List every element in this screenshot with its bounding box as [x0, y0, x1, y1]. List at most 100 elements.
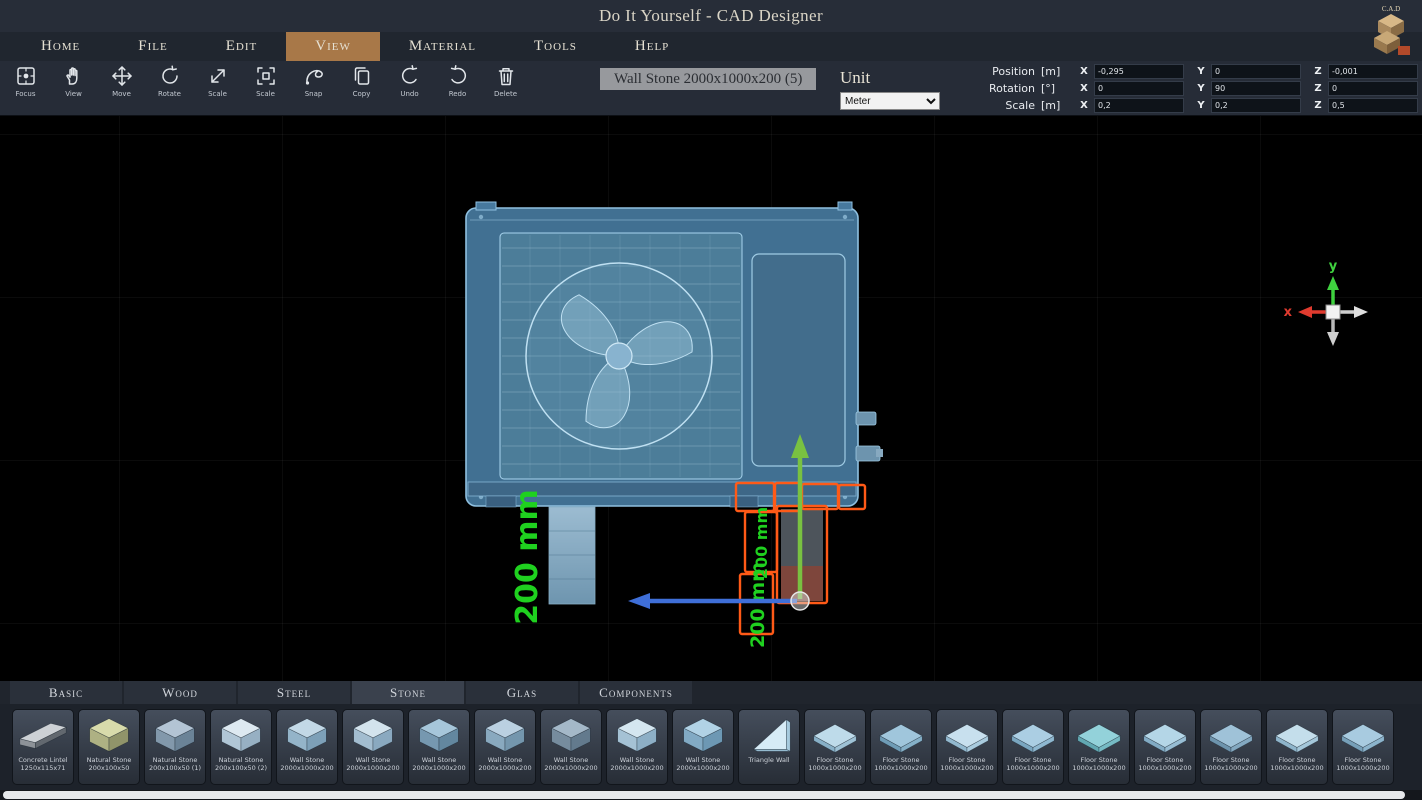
- palette-item[interactable]: Floor Stone 1000x1000x200: [1200, 709, 1262, 785]
- palette-item[interactable]: Natural Stone 200x100x50 (1): [144, 709, 206, 785]
- menu-item-label: File: [138, 38, 167, 55]
- scale-y-input[interactable]: [1211, 98, 1301, 113]
- palette-item-size: 1000x1000x200: [1270, 764, 1323, 772]
- tab-glas[interactable]: Glas: [466, 681, 578, 704]
- tool-label: Scale: [208, 90, 227, 98]
- undo-icon: [398, 64, 422, 88]
- unit-select[interactable]: Meter: [840, 92, 940, 110]
- tool-focus-button[interactable]: Focus: [8, 64, 43, 98]
- transform-panel: Position [m] X Y Z Rotation [°] X Y Z Sc…: [973, 64, 1418, 113]
- menu-item-view[interactable]: View: [286, 32, 380, 61]
- palette-item[interactable]: Wall Stone 2000x1000x200: [540, 709, 602, 785]
- stone-thumbnail: [808, 712, 862, 756]
- scale-z-input[interactable]: [1328, 98, 1418, 113]
- gizmo-origin[interactable]: [791, 592, 809, 610]
- palette-item[interactable]: Floor Stone 1000x1000x200: [1002, 709, 1064, 785]
- position-x-input[interactable]: [1094, 64, 1184, 79]
- tool-move-button[interactable]: Move: [104, 64, 139, 98]
- menu-item-help[interactable]: Help: [606, 32, 698, 61]
- stone-thumbnail: [478, 712, 532, 756]
- palette-item[interactable]: Natural Stone 200x100x50 (2): [210, 709, 272, 785]
- viewport-canvas[interactable]: 200 mm 200 mm 200 mm y x: [0, 116, 1422, 681]
- palette-item[interactable]: Wall Stone 2000x1000x200: [276, 709, 338, 785]
- tool-scale-button[interactable]: Scale: [248, 64, 283, 98]
- menu-item-home[interactable]: Home: [12, 32, 109, 61]
- stone-thumbnail: [346, 712, 400, 756]
- menu-item-material[interactable]: Material: [380, 32, 505, 61]
- stone-thumbnail: [1336, 712, 1390, 756]
- palette-item[interactable]: Wall Stone 2000x1000x200: [672, 709, 734, 785]
- palette-item-size: 200x100x50: [89, 764, 130, 772]
- rotation-x-input[interactable]: [1094, 81, 1184, 96]
- gizmo-x-arrowhead[interactable]: [628, 593, 650, 609]
- palette-item-size: 2000x1000x200: [544, 764, 597, 772]
- menu-item-edit[interactable]: Edit: [197, 32, 287, 61]
- scrollbar-thumb[interactable]: [3, 791, 1405, 799]
- menu-item-label: Tools: [534, 38, 577, 55]
- palette-item-size: 2000x1000x200: [478, 764, 531, 772]
- tab-stone[interactable]: Stone: [352, 681, 464, 704]
- palette-item-name: Floor Stone: [1146, 756, 1183, 764]
- palette-item[interactable]: Floor Stone 1000x1000x200: [1068, 709, 1130, 785]
- stone-thumbnail: [16, 712, 70, 756]
- redo-icon: [446, 64, 470, 88]
- tab-wood[interactable]: Wood: [124, 681, 236, 704]
- palette-scrollbar[interactable]: [0, 790, 1422, 800]
- tool-redo-button[interactable]: Redo: [440, 64, 475, 98]
- tool-copy-button[interactable]: Copy: [344, 64, 379, 98]
- axis-letter: Z: [1313, 100, 1323, 111]
- palette-item-name: Floor Stone: [1212, 756, 1249, 764]
- menu-item-tools[interactable]: Tools: [505, 32, 606, 61]
- dimension-label: 200 mm: [747, 562, 769, 648]
- tool-view-button[interactable]: View: [56, 64, 91, 98]
- palette-item[interactable]: Triangle Wall: [738, 709, 800, 785]
- stone-thumbnail: [742, 712, 796, 756]
- palette-item[interactable]: Wall Stone 2000x1000x200: [342, 709, 404, 785]
- menu-item-label: Material: [409, 38, 476, 55]
- position-y-input[interactable]: [1211, 64, 1301, 79]
- palette-item[interactable]: Floor Stone 1000x1000x200: [870, 709, 932, 785]
- menu-item-label: View: [315, 38, 351, 55]
- palette-item[interactable]: Wall Stone 2000x1000x200: [408, 709, 470, 785]
- tab-components[interactable]: Components: [580, 681, 692, 704]
- palette-item-size: 1000x1000x200: [940, 764, 993, 772]
- scene-svg[interactable]: 200 mm 200 mm 200 mm y x: [0, 116, 1422, 681]
- stone-thumbnail: [412, 712, 466, 756]
- axis-letter: X: [1079, 100, 1089, 111]
- rotate-icon: [158, 64, 182, 88]
- palette-item[interactable]: Natural Stone 200x100x50: [78, 709, 140, 785]
- palette-item[interactable]: Floor Stone 1000x1000x200: [936, 709, 998, 785]
- blueprint-ac-unit[interactable]: [466, 202, 883, 507]
- tool-delete-button[interactable]: Delete: [488, 64, 523, 98]
- menu-item-file[interactable]: File: [109, 32, 196, 61]
- position-z-input[interactable]: [1328, 64, 1418, 79]
- scale-x-input[interactable]: [1094, 98, 1184, 113]
- palette-item[interactable]: Wall Stone 2000x1000x200: [474, 709, 536, 785]
- palette-item[interactable]: Floor Stone 1000x1000x200: [1332, 709, 1394, 785]
- palette-item[interactable]: Wall Stone 2000x1000x200: [606, 709, 668, 785]
- gizmo-cube[interactable]: [1326, 305, 1340, 319]
- tab-basic[interactable]: Basic: [10, 681, 122, 704]
- tool-undo-button[interactable]: Undo: [392, 64, 427, 98]
- rotation-z-input[interactable]: [1328, 81, 1418, 96]
- orientation-gizmo[interactable]: y x: [1284, 259, 1368, 346]
- palette-item-name: Floor Stone: [1080, 756, 1117, 764]
- tool-rotate-button[interactable]: Rotate: [152, 64, 187, 98]
- stone-thumbnail: [940, 712, 994, 756]
- palette-item-name: Wall Stone: [686, 756, 720, 764]
- dimension-label: 200 mm: [510, 489, 545, 625]
- palette-item[interactable]: Floor Stone 1000x1000x200: [1134, 709, 1196, 785]
- menu-item-label: Home: [41, 38, 80, 55]
- stone-pedestal[interactable]: [549, 507, 595, 604]
- tool-snap-button[interactable]: Snap: [296, 64, 331, 98]
- tool-scale-button[interactable]: Scale: [200, 64, 235, 98]
- tab-steel[interactable]: Steel: [238, 681, 350, 704]
- stone-thumbnail: [214, 712, 268, 756]
- palette-item[interactable]: Concrete Lintel 1250x115x71: [12, 709, 74, 785]
- rotation-y-input[interactable]: [1211, 81, 1301, 96]
- palette-item[interactable]: Floor Stone 1000x1000x200: [1266, 709, 1328, 785]
- selected-object-label: Wall Stone 2000x1000x200 (5): [600, 68, 816, 90]
- palette-item[interactable]: Floor Stone 1000x1000x200: [804, 709, 866, 785]
- palette-item-name: Triangle Wall: [748, 756, 789, 764]
- stone-thumbnail: [544, 712, 598, 756]
